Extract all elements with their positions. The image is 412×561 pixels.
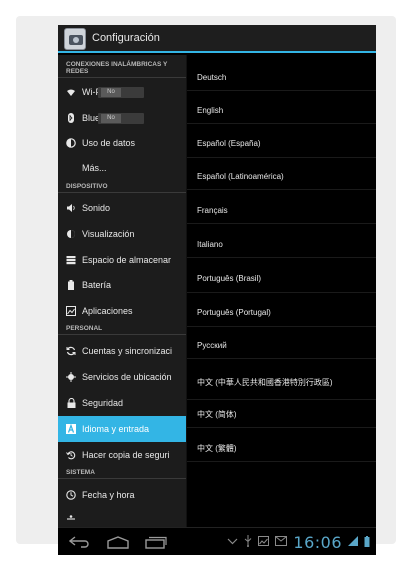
- menu-item-date-time[interactable]: Fecha y hora: [58, 482, 186, 508]
- language-icon: [66, 424, 76, 434]
- menu-item-location[interactable]: Servicios de ubicación: [58, 364, 186, 390]
- status-clock: 16:06: [293, 532, 342, 552]
- language-option-label: 中文 (繁體): [197, 443, 237, 453]
- menu-item-wifi[interactable]: Wi-Fi No: [58, 79, 186, 105]
- language-option[interactable]: Português (Portugal): [187, 299, 376, 327]
- app-title: Configuración: [92, 32, 160, 44]
- language-option[interactable]: Español (España): [187, 130, 376, 158]
- language-option-label: Français: [197, 205, 228, 215]
- menu-item-partial[interactable]: [58, 507, 186, 527]
- language-option-label: Русский: [197, 340, 227, 350]
- menu-item-security[interactable]: Seguridad: [58, 390, 186, 416]
- accessibility-icon: [66, 515, 76, 525]
- language-option[interactable]: Español (Latinoamérica): [187, 164, 376, 190]
- language-option-label: Italiano: [197, 239, 223, 249]
- display-label: Visualización: [82, 229, 135, 239]
- language-option[interactable]: 中文 (繁體): [187, 436, 376, 462]
- clock-icon: [66, 490, 76, 500]
- recent-apps-button[interactable]: [142, 534, 170, 550]
- battery-icon: [66, 280, 76, 290]
- section-header-system: SISTEMA: [58, 469, 186, 479]
- apps-icon: [66, 306, 76, 316]
- menu-item-battery[interactable]: Batería: [58, 272, 186, 298]
- language-option[interactable]: 中文 (简体): [187, 402, 376, 428]
- system-navigation-bar: 16:06: [58, 527, 376, 555]
- brightness-icon: [66, 229, 76, 239]
- language-option-label: Português (Portugal): [197, 307, 271, 317]
- backup-icon: [66, 450, 76, 460]
- battery-status-icon: [364, 535, 370, 549]
- menu-item-display[interactable]: Visualización: [58, 221, 186, 247]
- section-header-personal: PERSONAL: [58, 325, 186, 335]
- language-option[interactable]: Русский: [187, 333, 376, 359]
- battery-label: Batería: [82, 280, 112, 290]
- bluetooth-toggle[interactable]: No: [98, 113, 144, 124]
- home-button[interactable]: [104, 534, 132, 550]
- section-header-device: DISPOSITIVO: [58, 183, 186, 193]
- language-input-label: Idioma y entrada: [82, 424, 150, 434]
- more-label: Más...: [82, 163, 107, 173]
- backup-label: Hacer copia de seguri: [82, 450, 170, 460]
- image-icon: [258, 536, 270, 548]
- menu-item-language-input[interactable]: Idioma y entrada: [58, 416, 186, 442]
- wifi-toggle[interactable]: No: [98, 87, 144, 98]
- language-option-label: Español (España): [197, 138, 261, 148]
- speaker-icon: [66, 203, 76, 213]
- sound-label: Sonido: [82, 203, 111, 213]
- storage-icon: [66, 255, 76, 265]
- language-option-label: 中文 (简体): [197, 409, 237, 419]
- bluetooth-icon: [66, 113, 76, 123]
- back-button[interactable]: [66, 534, 94, 550]
- language-option[interactable]: 中文 (中華人民共和國香港特別行政區): [187, 366, 376, 400]
- menu-item-apps[interactable]: Aplicaciones: [58, 298, 186, 324]
- section-header-wireless: CONEXIONES INALÁMBRICAS Y REDES: [58, 61, 186, 78]
- sync-icon: [66, 346, 76, 356]
- lock-icon: [66, 398, 76, 408]
- menu-item-sound[interactable]: Sonido: [58, 195, 186, 221]
- language-option[interactable]: Deutsch: [187, 65, 376, 91]
- settings-categories-pane[interactable]: CONEXIONES INALÁMBRICAS Y REDES Wi-Fi No…: [58, 55, 186, 527]
- menu-item-accounts[interactable]: Cuentas y sincronizaci: [58, 338, 186, 364]
- language-option[interactable]: Português (Brasil): [187, 265, 376, 293]
- settings-app-icon[interactable]: [64, 28, 86, 50]
- menu-item-more[interactable]: Más...: [58, 155, 186, 181]
- language-option-label: English: [197, 105, 224, 115]
- menu-item-bluetooth[interactable]: Bluetoot No: [58, 105, 186, 131]
- mail-icon: [275, 536, 288, 548]
- chevron-down-icon[interactable]: [227, 537, 238, 547]
- wifi-toggle-label: No: [101, 88, 121, 97]
- language-option[interactable]: Italiano: [187, 232, 376, 258]
- data-usage-icon: [66, 138, 76, 148]
- usb-icon: [244, 535, 252, 549]
- security-label: Seguridad: [82, 398, 124, 408]
- storage-label: Espacio de almacenar: [82, 255, 172, 265]
- bluetooth-toggle-label: No: [101, 114, 121, 123]
- accounts-label: Cuentas y sincronizaci: [82, 346, 173, 356]
- location-icon: [66, 372, 76, 382]
- menu-item-storage[interactable]: Espacio de almacenar: [58, 247, 186, 273]
- language-option-label: Português (Brasil): [197, 273, 262, 283]
- language-option[interactable]: Français: [187, 198, 376, 224]
- date-time-label: Fecha y hora: [82, 490, 135, 500]
- menu-item-backup[interactable]: Hacer copia de seguri: [58, 442, 186, 468]
- action-bar: Configuración: [58, 25, 376, 53]
- language-list-pane[interactable]: Deutsch English Español (España) Español (L…: [186, 55, 376, 527]
- status-area: 16:06: [227, 532, 370, 552]
- location-label: Servicios de ubicación: [82, 372, 172, 382]
- language-option-label: Deutsch: [197, 72, 227, 82]
- language-option[interactable]: English: [187, 98, 376, 124]
- language-option-label: Español (Latinoamérica): [197, 171, 284, 181]
- language-option-label: 中文 (中華人民共和國香港特別行政區): [197, 377, 333, 387]
- tablet-screen: Configuración CONEXIONES INALÁMBRICAS Y …: [58, 25, 376, 555]
- data-usage-label: Uso de datos: [82, 138, 136, 148]
- menu-item-data-usage[interactable]: Uso de datos: [58, 130, 186, 156]
- wifi-icon: [66, 87, 76, 97]
- signal-icon: [348, 536, 358, 548]
- apps-label: Aplicaciones: [82, 306, 133, 316]
